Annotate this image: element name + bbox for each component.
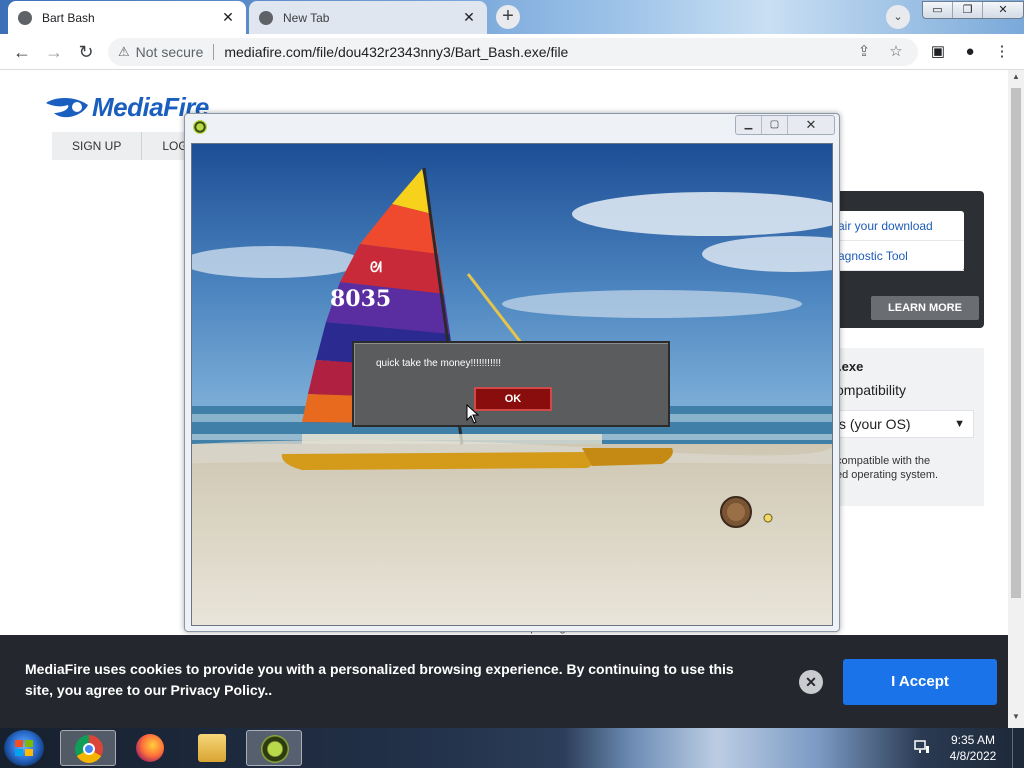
- address-bar[interactable]: ⚠ Not secure mediafire.com/file/dou432r2…: [108, 38, 918, 66]
- close-tab-icon[interactable]: ✕: [220, 9, 236, 26]
- compatibility-note: compatible with the ed operating system.: [836, 455, 939, 481]
- security-status[interactable]: Not secure: [136, 44, 204, 60]
- clock-time: 9:35 AM: [950, 733, 996, 747]
- share-icon[interactable]: ⇪: [854, 42, 874, 62]
- accept-button[interactable]: I Accept: [843, 659, 997, 705]
- file-explorer-icon: [198, 734, 226, 762]
- system-clock[interactable]: 9:35 AM 4/8/2022: [940, 732, 1006, 764]
- side-panel-icon[interactable]: ▣: [928, 44, 948, 64]
- tab-bart-bash[interactable]: Bart Bash ✕: [8, 1, 246, 34]
- taskbar-bart-bash[interactable]: [246, 730, 302, 766]
- dialog-message: quick take the money!!!!!!!!!!!: [376, 358, 502, 369]
- warning-triangle-icon[interactable]: ⚠: [118, 44, 130, 60]
- repair-links: air your download agnostic Tool: [820, 211, 964, 271]
- diagnostic-tool-link[interactable]: agnostic Tool: [820, 241, 964, 271]
- taskbar-chrome[interactable]: [60, 730, 116, 766]
- chrome-icon: [259, 10, 273, 25]
- bart-bash-icon: [261, 735, 289, 763]
- popup-maximize-button[interactable]: ▢: [762, 116, 788, 134]
- reload-button[interactable]: ↻: [74, 40, 98, 64]
- scroll-down-icon[interactable]: ▼: [1008, 712, 1024, 726]
- back-button[interactable]: ←: [10, 40, 34, 64]
- globe-icon: [18, 10, 32, 25]
- compatibility-label: ompatibility: [836, 382, 907, 398]
- os-select[interactable]: s (your OS) ▼: [830, 410, 974, 438]
- menu-icon[interactable]: ⋮: [992, 44, 1012, 64]
- popup-window-controls: ▁ ▢ ✕: [735, 115, 835, 135]
- popup-minimize-button[interactable]: ▁: [736, 116, 762, 134]
- file-name: .exe: [838, 359, 864, 374]
- mouse-cursor-icon: [466, 404, 480, 424]
- tab-title: New Tab: [283, 10, 330, 25]
- nav-sign-up[interactable]: SIGN UP: [52, 132, 143, 160]
- sail-logo: ᘛ: [370, 260, 382, 276]
- ok-button[interactable]: OK: [474, 387, 552, 411]
- cookie-banner: MediaFire uses cookies to provide you wi…: [0, 635, 1008, 728]
- windows-logo-icon: [15, 740, 33, 756]
- window-controls: ▭ ❐ ✕: [922, 1, 1024, 19]
- taskbar-firefox[interactable]: [122, 730, 178, 766]
- network-icon[interactable]: [914, 740, 930, 754]
- restore-button[interactable]: ❐: [953, 2, 983, 18]
- omnibox-divider: [213, 44, 215, 60]
- new-tab-button[interactable]: +: [496, 5, 520, 29]
- cookie-text: MediaFire uses cookies to provide you wi…: [25, 661, 734, 698]
- sail-number: 8035: [330, 286, 391, 312]
- repair-download-link[interactable]: air your download: [820, 211, 964, 241]
- browser-toolbar: ← → ↻ ⚠ Not secure mediafire.com/file/do…: [0, 34, 1024, 70]
- browser-tab-bar: Bart Bash ✕ New Tab ✕ + ⌄ ▭ ❐ ✕: [0, 0, 1024, 34]
- profile-icon[interactable]: ●: [960, 44, 980, 64]
- app-gear-icon: [193, 120, 207, 134]
- os-select-value: s (your OS): [839, 416, 911, 432]
- close-tab-icon[interactable]: ✕: [461, 9, 477, 26]
- cookie-close-icon[interactable]: ✕: [799, 670, 823, 694]
- firefox-icon: [136, 734, 164, 762]
- taskbar-file-explorer[interactable]: [184, 730, 240, 766]
- tab-new-tab[interactable]: New Tab ✕: [249, 1, 487, 34]
- scroll-up-icon[interactable]: ▲: [1008, 72, 1024, 86]
- popup-close-button[interactable]: ✕: [788, 116, 834, 134]
- tab-title: Bart Bash: [42, 10, 95, 25]
- close-window-button[interactable]: ✕: [983, 2, 1023, 18]
- page-scrollbar[interactable]: ▲ ▼: [1008, 70, 1024, 728]
- message-dialog[interactable]: quick take the money!!!!!!!!!!! OK: [352, 341, 670, 427]
- bookmark-star-icon[interactable]: ☆: [886, 42, 906, 62]
- scroll-thumb[interactable]: [1011, 88, 1021, 598]
- minimize-button[interactable]: ▭: [923, 2, 953, 18]
- start-button[interactable]: [4, 730, 44, 766]
- forward-button[interactable]: →: [42, 40, 66, 64]
- flame-icon: [46, 98, 88, 118]
- chrome-icon: [75, 735, 103, 763]
- caret-down-icon: ▼: [954, 418, 965, 430]
- taskbar: 9:35 AM 4/8/2022: [0, 728, 1024, 768]
- learn-more-button[interactable]: LEARN MORE: [871, 296, 979, 320]
- desktop: Bart Bash ✕ New Tab ✕ + ⌄ ▭ ❐ ✕ ← → ↻ ⚠ …: [0, 0, 1024, 768]
- url-text[interactable]: mediafire.com/file/dou432r2343nny3/Bart_…: [224, 44, 568, 60]
- tab-search-icon[interactable]: ⌄: [886, 5, 910, 29]
- show-desktop-button[interactable]: [1012, 728, 1024, 768]
- clock-date: 4/8/2022: [949, 749, 997, 763]
